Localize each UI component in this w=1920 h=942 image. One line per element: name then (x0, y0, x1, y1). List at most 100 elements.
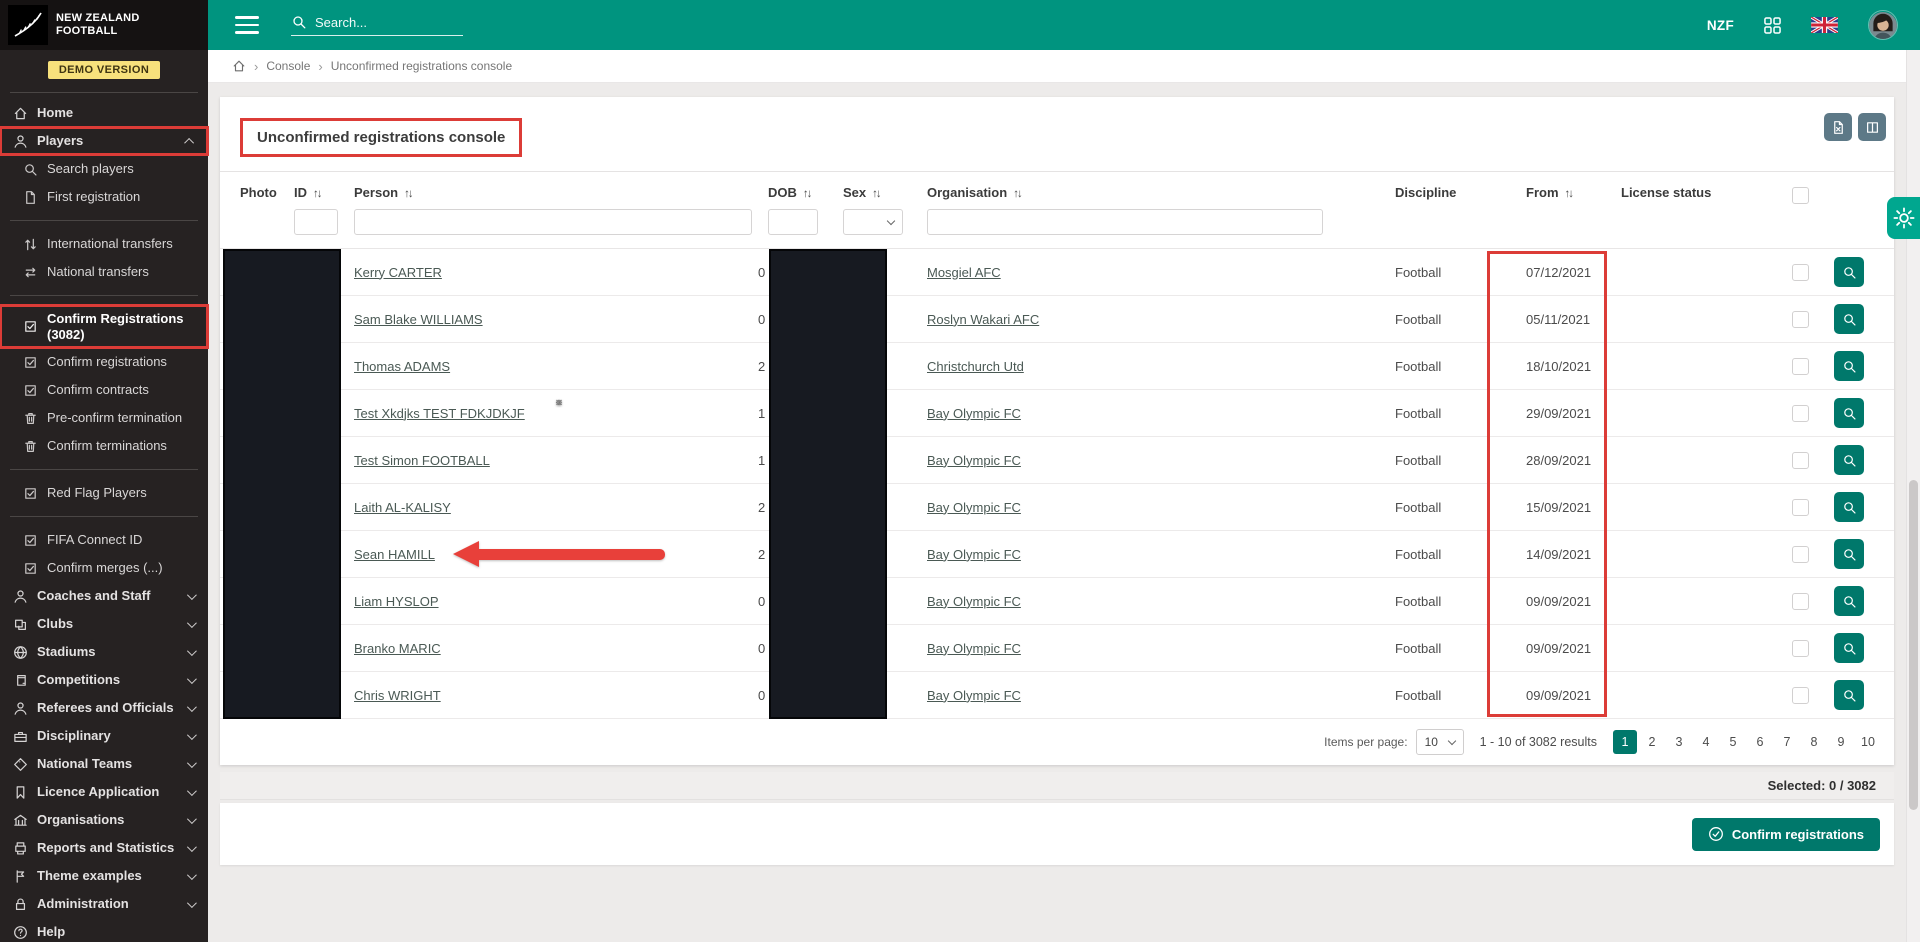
columns-button[interactable] (1858, 113, 1886, 141)
row-search-button[interactable] (1834, 492, 1864, 522)
confirm-registrations-button[interactable]: Confirm registrations (1692, 818, 1880, 851)
sidebar-item-players[interactable]: Players (0, 127, 208, 155)
global-search[interactable] (291, 14, 463, 36)
row-search-button[interactable] (1834, 257, 1864, 287)
select-all-checkbox[interactable] (1792, 187, 1809, 204)
page-button-2[interactable]: 2 (1640, 730, 1664, 754)
last-page-button[interactable]: » (453, 389, 665, 413)
row-search-button[interactable] (1834, 680, 1864, 710)
sort-icon[interactable] (803, 185, 811, 200)
sidebar-item-first-registration[interactable]: First registration (0, 183, 208, 211)
app-launcher-icon[interactable] (1764, 17, 1781, 34)
person-link[interactable]: Laith AL-KALISY (354, 500, 451, 515)
row-search-button[interactable] (1834, 445, 1864, 475)
person-link[interactable]: Kerry CARTER (354, 265, 442, 280)
scrollbar[interactable] (1906, 50, 1920, 942)
col-dob[interactable]: DOB (768, 185, 797, 200)
sidebar-item-confirm-registrations[interactable]: Confirm registrations (0, 348, 208, 376)
sidebar-item-organisations[interactable]: Organisations (0, 806, 208, 834)
organisation-filter-input[interactable] (927, 209, 1323, 235)
sidebar-item-national-transfers[interactable]: National transfers (0, 258, 208, 286)
organisation-link[interactable]: Christchurch Utd (927, 359, 1024, 374)
row-search-button[interactable] (1834, 398, 1864, 428)
sidebar-item-stadiums[interactable]: Stadiums (0, 638, 208, 666)
search-input[interactable] (315, 15, 445, 30)
page-button-9[interactable]: 9 (1829, 730, 1853, 754)
row-search-button[interactable] (1834, 351, 1864, 381)
col-person[interactable]: Person (354, 185, 398, 200)
breadcrumb-console[interactable]: Console (266, 59, 310, 73)
sidebar-item-reports-and-statistics[interactable]: Reports and Statistics (0, 834, 208, 862)
organisation-link[interactable]: Bay Olympic FC (927, 406, 1021, 421)
sidebar-item-home[interactable]: Home (0, 99, 208, 127)
person-link[interactable]: Sam Blake WILLIAMS (354, 312, 483, 327)
page-button-5[interactable]: 5 (1721, 730, 1745, 754)
sidebar-item-search-players[interactable]: Search players (0, 155, 208, 183)
org-code[interactable]: NZF (1707, 18, 1734, 33)
sort-icon[interactable] (313, 185, 321, 200)
sort-icon[interactable] (404, 185, 412, 200)
sidebar-item-national-teams[interactable]: National Teams (0, 750, 208, 778)
organisation-link[interactable]: Roslyn Wakari AFC (927, 312, 1039, 327)
person-link[interactable]: Chris WRIGHT (354, 688, 441, 703)
organisation-link[interactable]: Bay Olympic FC (927, 594, 1021, 609)
organisation-link[interactable]: Bay Olympic FC (927, 547, 1021, 562)
sort-icon[interactable] (1565, 185, 1573, 200)
sidebar-item-confirm-merges[interactable]: Confirm merges (...) (0, 554, 208, 582)
page-button-6[interactable]: 6 (1748, 730, 1772, 754)
export-button[interactable] (1824, 113, 1852, 141)
row-checkbox[interactable] (1792, 311, 1809, 328)
organisation-link[interactable]: Bay Olympic FC (927, 500, 1021, 515)
sex-filter-select[interactable] (843, 209, 903, 235)
row-checkbox[interactable] (1792, 358, 1809, 375)
sort-icon[interactable] (1013, 185, 1021, 200)
sidebar-item-fifa-connect-id[interactable]: FIFA Connect ID (0, 526, 208, 554)
page-button-8[interactable]: 8 (1802, 730, 1826, 754)
person-link[interactable]: Test Simon FOOTBALL (354, 453, 490, 468)
sort-icon[interactable] (872, 185, 880, 200)
sidebar-item-red-flag-players[interactable]: Red Flag Players (0, 479, 208, 507)
person-link[interactable]: Sean HAMILL (354, 547, 435, 562)
person-filter-input[interactable] (354, 209, 752, 235)
organisation-link[interactable]: Bay Olympic FC (927, 688, 1021, 703)
sidebar-item-referees-and-officials[interactable]: Referees and Officials (0, 694, 208, 722)
page-button-3[interactable]: 3 (1667, 730, 1691, 754)
row-checkbox[interactable] (1792, 546, 1809, 563)
page-button-4[interactable]: 4 (1694, 730, 1718, 754)
row-checkbox[interactable] (1792, 405, 1809, 422)
row-search-button[interactable] (1834, 586, 1864, 616)
row-search-button[interactable] (1834, 539, 1864, 569)
sidebar-item-disciplinary[interactable]: Disciplinary (0, 722, 208, 750)
home-icon[interactable] (232, 59, 246, 73)
sidebar-item-theme-examples[interactable]: Theme examples (0, 862, 208, 890)
col-sex[interactable]: Sex (843, 185, 866, 200)
col-from[interactable]: From (1526, 185, 1559, 200)
page-button-7[interactable]: 7 (1775, 730, 1799, 754)
col-organisation[interactable]: Organisation (927, 185, 1007, 200)
person-link[interactable]: Branko MARIC (354, 641, 441, 656)
sidebar-item-confirm-terminations[interactable]: Confirm terminations (0, 432, 208, 460)
row-search-button[interactable] (1834, 304, 1864, 334)
row-search-button[interactable] (1834, 633, 1864, 663)
menu-toggle-button[interactable] (235, 16, 259, 34)
sidebar-item-coaches-and-staff[interactable]: Coaches and Staff (0, 582, 208, 610)
settings-gear-button[interactable] (1887, 197, 1920, 239)
sidebar-item-licence-application[interactable]: Licence Application (0, 778, 208, 806)
uk-flag-icon[interactable] (1811, 17, 1838, 33)
sidebar-item-administration[interactable]: Administration (0, 890, 208, 918)
scrollbar-thumb[interactable] (1909, 480, 1918, 810)
sidebar-item-confirm-contracts[interactable]: Confirm contracts (0, 376, 208, 404)
organisation-link[interactable]: Mosgiel AFC (927, 265, 1001, 280)
organisation-link[interactable]: Bay Olympic FC (927, 641, 1021, 656)
sidebar-item-competitions[interactable]: Competitions (0, 666, 208, 694)
col-id[interactable]: ID (294, 185, 307, 200)
sidebar-item-international-transfers[interactable]: International transfers (0, 230, 208, 258)
page-button-1[interactable]: 1 (1613, 730, 1637, 754)
id-filter-input[interactable] (294, 209, 338, 235)
row-checkbox[interactable] (1792, 593, 1809, 610)
dob-filter-input[interactable] (768, 209, 818, 235)
organisation-link[interactable]: Bay Olympic FC (927, 453, 1021, 468)
row-checkbox[interactable] (1792, 499, 1809, 516)
row-checkbox[interactable] (1792, 687, 1809, 704)
person-link[interactable]: Liam HYSLOP (354, 594, 439, 609)
